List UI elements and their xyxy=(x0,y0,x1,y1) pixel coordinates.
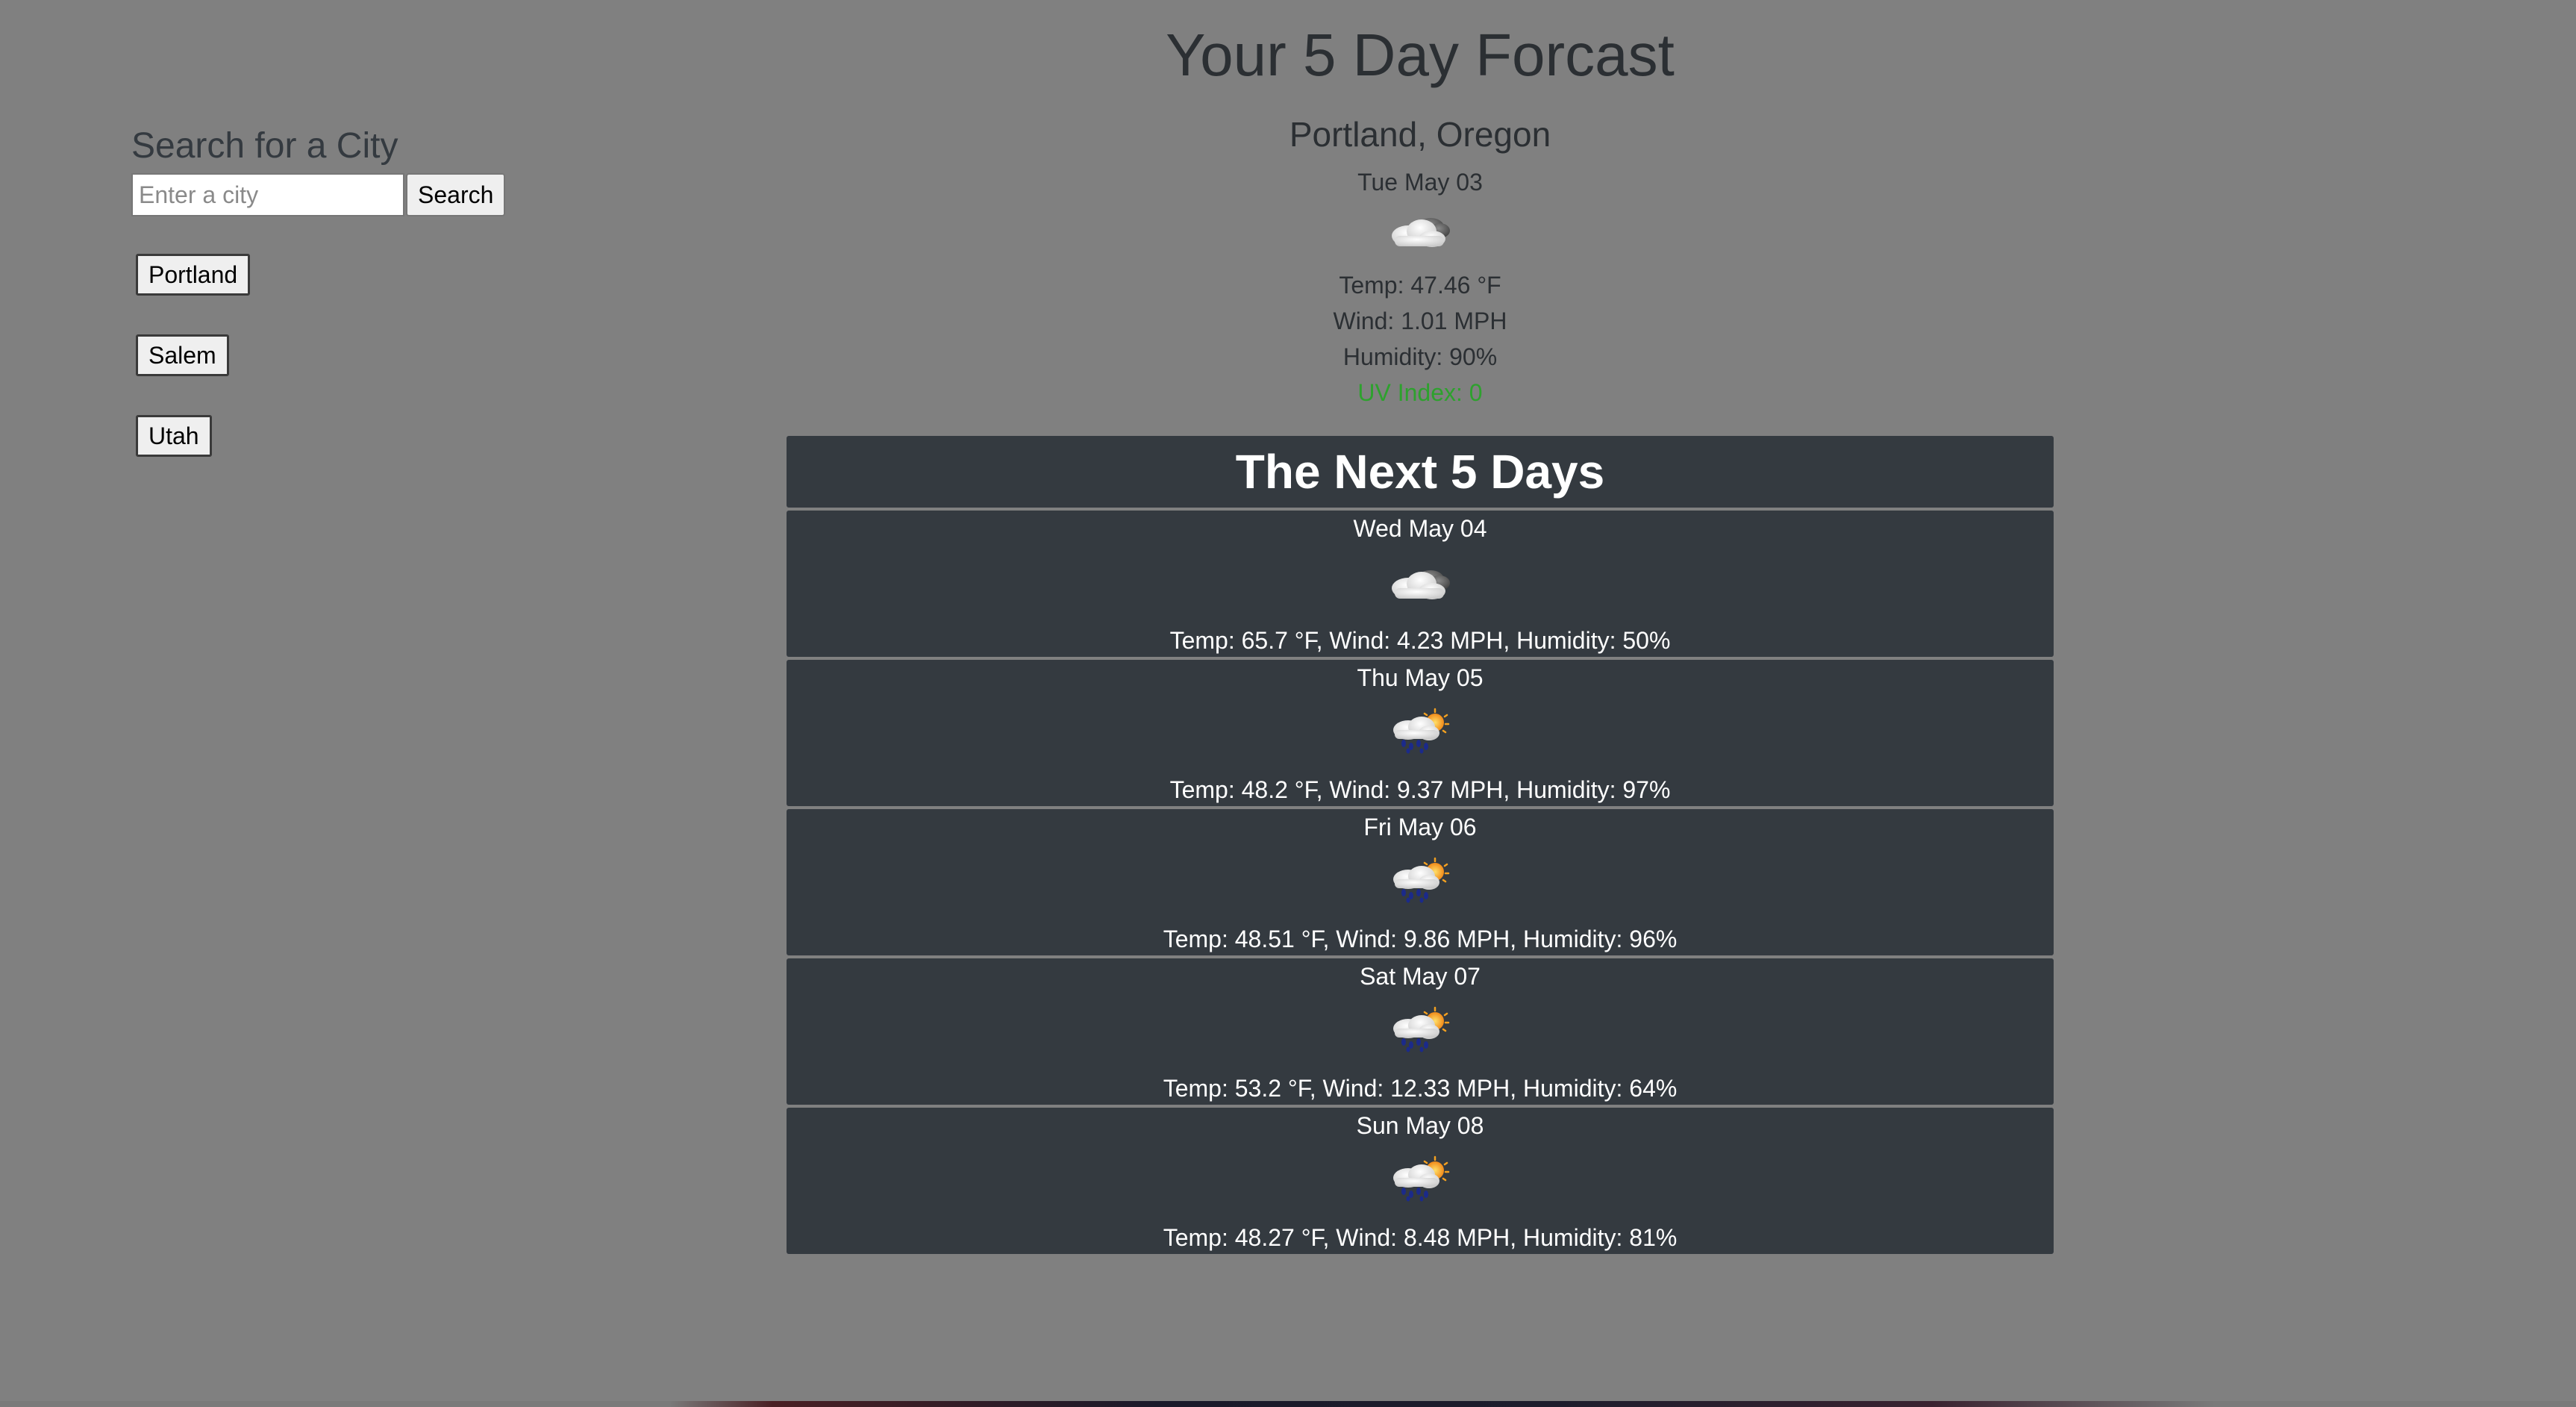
current-humidity: Humidity: 90% xyxy=(1342,343,1498,370)
current-uv-index: UV Index: 0 xyxy=(1357,379,1483,406)
current-weather: Tue May 03 Temp: 47.46 °F Wind: 1.01 MPH… xyxy=(787,167,2054,411)
city-name: Portland, Oregon xyxy=(1289,115,1551,154)
forecast-section: The Next 5 Days Wed May 04 Temp: 65.7 °F… xyxy=(787,436,2054,1254)
main-content: Your 5 Day Forcast Portland, Oregon Tue … xyxy=(787,0,2054,1254)
rain-sun-icon xyxy=(1386,1006,1454,1052)
sidebar: Search for a City Search Portland Salem … xyxy=(131,119,549,496)
rain-sun-icon xyxy=(1386,708,1454,754)
history-button-portland[interactable]: Portland xyxy=(136,254,251,296)
forecast-date: Wed May 04 xyxy=(1353,515,1487,542)
search-input[interactable] xyxy=(131,173,404,216)
forecast-card: Fri May 06 Temp: 48.51 °F, Wind: 9.86 MP… xyxy=(787,809,2054,955)
rain-sun-icon xyxy=(1386,1155,1454,1202)
desktop-wallpaper-strip xyxy=(0,1401,2576,1407)
forecast-details: Temp: 53.2 °F, Wind: 12.33 MPH, Humidity… xyxy=(1163,1075,1678,1102)
forecast-details: Temp: 48.51 °F, Wind: 9.86 MPH, Humidity… xyxy=(1163,926,1678,952)
forecast-card: Sun May 08 Temp: 48.27 °F, Wind: 8.48 MP… xyxy=(787,1108,2054,1254)
page-title: Your 5 Day Forcast xyxy=(1166,22,1675,88)
partly-cloudy-night-icon xyxy=(1386,558,1454,605)
forecast-date: Thu May 05 xyxy=(1357,664,1484,691)
forecast-details: Temp: 48.27 °F, Wind: 8.48 MPH, Humidity… xyxy=(1163,1224,1678,1251)
forecast-card: Wed May 04 Temp: 65.7 °F, Wind: 4.23 MPH… xyxy=(787,511,2054,657)
forecast-date: Sat May 07 xyxy=(1360,963,1481,990)
forecast-card: Sat May 07 Temp: 53.2 °F, Wind: 12.33 MP… xyxy=(787,958,2054,1105)
search-button[interactable]: Search xyxy=(406,173,506,216)
forecast-title: The Next 5 Days xyxy=(787,436,2054,508)
forecast-details: Temp: 65.7 °F, Wind: 4.23 MPH, Humidity:… xyxy=(1169,627,1671,654)
forecast-date: Fri May 06 xyxy=(1363,814,1477,840)
forecast-details: Temp: 48.2 °F, Wind: 9.37 MPH, Humidity:… xyxy=(1169,776,1671,803)
forecast-date: Sun May 08 xyxy=(1356,1112,1484,1139)
current-date: Tue May 03 xyxy=(1357,169,1483,196)
current-temp: Temp: 47.46 °F xyxy=(1339,272,1501,299)
current-wind: Wind: 1.01 MPH xyxy=(1333,308,1507,334)
app-root: Search for a City Search Portland Salem … xyxy=(0,0,2576,1407)
current-details: Temp: 47.46 °F Wind: 1.01 MPH Humidity: … xyxy=(787,267,2054,411)
rain-sun-icon xyxy=(1386,857,1454,903)
history-button-utah[interactable]: Utah xyxy=(136,415,212,457)
history-button-salem[interactable]: Salem xyxy=(136,334,229,376)
search-row: Search xyxy=(131,173,549,216)
forecast-card: Thu May 05 Temp: 48.2 °F, Wind: 9.37 MPH… xyxy=(787,660,2054,806)
search-history-list: Portland Salem Utah xyxy=(131,254,549,457)
sidebar-title: Search for a City xyxy=(131,126,398,166)
partly-cloudy-night-icon xyxy=(1386,206,1454,252)
